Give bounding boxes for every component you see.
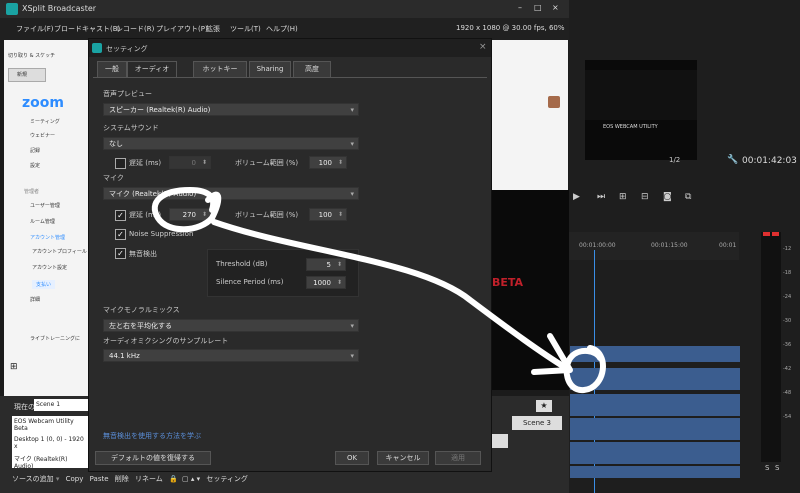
annotation-arrow-line — [211, 219, 569, 371]
hand-drawn-annotation — [151, 187, 606, 393]
annotation-circle — [151, 187, 222, 233]
